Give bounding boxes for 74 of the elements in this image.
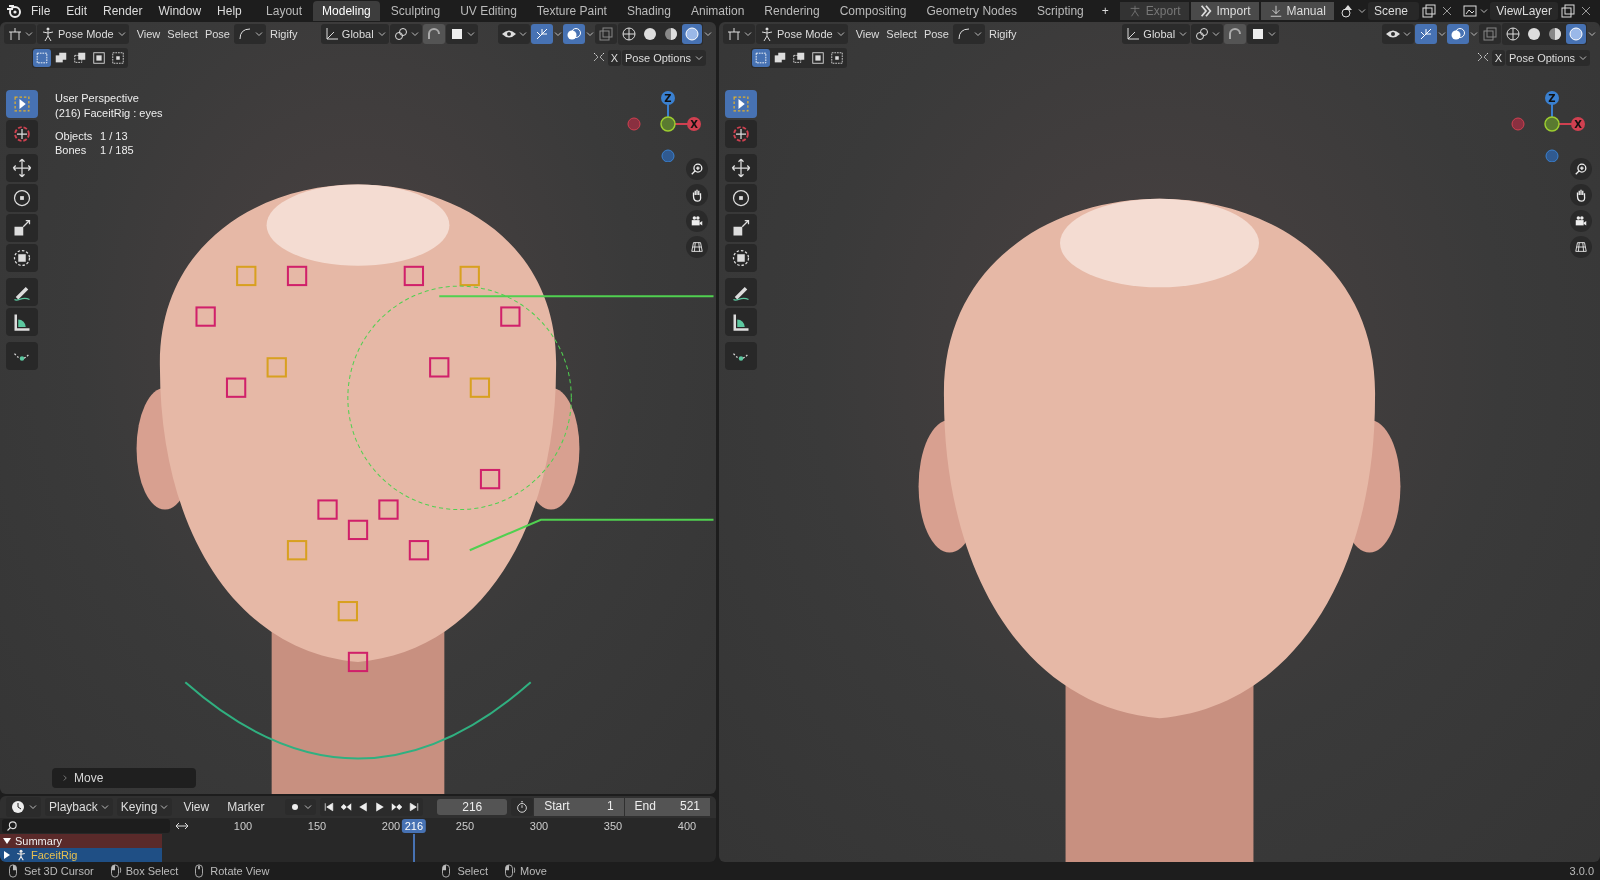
view-name: User Perspective: [55, 92, 140, 104]
shortcut-hint: Move: [520, 865, 547, 877]
menu-item[interactable]: View: [133, 25, 164, 43]
end-frame-field[interactable]: End 521: [624, 798, 710, 816]
menu-item[interactable]: Pose: [920, 25, 952, 43]
menu-item[interactable]: Render: [96, 1, 150, 21]
stat-value: 1 / 185: [100, 144, 135, 156]
workspace-tab[interactable]: UV Editing: [451, 1, 526, 21]
menu-item[interactable]: View: [852, 25, 883, 43]
menu-item[interactable]: Pose: [201, 25, 233, 43]
manual-button[interactable]: Manual: [1260, 2, 1334, 20]
frame-number: 100: [233, 820, 253, 832]
mode-dropdown[interactable]: Pose Mode: [756, 24, 848, 44]
workspace-tab[interactable]: Layout: [257, 1, 312, 21]
operator-name: Move: [74, 771, 104, 785]
menu-dropdown[interactable]: Playback: [45, 798, 113, 816]
frame-number: 200: [381, 820, 401, 832]
menu-item[interactable]: Select: [883, 25, 920, 43]
orientation-dropdown[interactable]: Global: [320, 24, 389, 44]
3d-viewport[interactable]: Pose Mode View Select Pose Rigify Global X Pose Options User Perspective (216) FaceitRig : eyes Objects 1 / 13 Bones 1 / 185 Z X Move: [0, 22, 716, 794]
frame-number: 150: [307, 820, 327, 832]
channel-row[interactable]: FaceitRig: [0, 848, 162, 862]
menu-item[interactable]: Help: [210, 1, 249, 21]
workspace-tab[interactable]: Rendering: [755, 1, 829, 21]
playhead[interactable]: 216: [401, 819, 426, 833]
menu-item[interactable]: Rigify: [266, 25, 301, 43]
frame-number: 300: [529, 820, 549, 832]
mode-dropdown[interactable]: Pose Mode: [37, 24, 129, 44]
workspace-tab[interactable]: Shading: [617, 1, 680, 21]
version-label: 3.0.0: [1569, 865, 1594, 877]
active-object-label: (216) FaceitRig : eyes: [55, 107, 163, 119]
workspace-tab[interactable]: Texture Paint: [527, 1, 616, 21]
workspace-tab[interactable]: Modeling: [313, 1, 380, 21]
shortcut-hint: Rotate View: [210, 865, 270, 877]
pose-options-dropdown[interactable]: Pose Options: [622, 50, 706, 66]
frame-number: 400: [677, 820, 697, 832]
axis-gizmo-drawing[interactable]: Z X: [626, 90, 706, 162]
menu-item[interactable]: Marker: [220, 797, 272, 817]
workspace-tab[interactable]: Compositing: [830, 1, 916, 21]
3d-viewport[interactable]: Pose Mode View Select Pose Rigify Global X Pose Options Z X: [719, 22, 1600, 862]
menu-item[interactable]: Select: [164, 25, 201, 43]
mirror-x-toggle[interactable]: X: [607, 50, 621, 66]
menu-item[interactable]: Edit: [59, 1, 95, 21]
shortcut-hint: Box Select: [125, 865, 179, 877]
pose-options-dropdown[interactable]: Pose Options: [1506, 50, 1590, 66]
stat-value: 1 / 13: [100, 130, 129, 142]
shortcut-hint: Set 3D Cursor: [24, 865, 94, 877]
add-workspace-button[interactable]: +: [1094, 1, 1116, 21]
workspace-tab[interactable]: Scripting: [1028, 1, 1093, 21]
mirror-x-toggle[interactable]: X: [1491, 50, 1505, 66]
orientation-dropdown[interactable]: Global: [1122, 24, 1191, 44]
stat-label: Objects: [55, 130, 94, 142]
axis-gizmo-drawing[interactable]: Z X: [1510, 90, 1590, 162]
current-frame-field[interactable]: 216: [437, 799, 508, 815]
view-layer-selector[interactable]: ViewLayer: [1490, 2, 1558, 20]
import-button[interactable]: Import: [1190, 2, 1259, 20]
channel-name: Summary: [15, 835, 63, 847]
menu-item[interactable]: View: [176, 797, 217, 817]
scene-selector[interactable]: Scene: [1368, 2, 1420, 20]
menu-dropdown[interactable]: Keying: [116, 798, 173, 816]
frame-number: 350: [603, 820, 623, 832]
stat-label: Bones: [55, 144, 88, 156]
frame-number: 250: [455, 820, 475, 832]
menu-item[interactable]: Window: [151, 1, 209, 21]
workspace-tab[interactable]: Animation: [681, 1, 754, 21]
workspace-tab[interactable]: Geometry Nodes: [917, 1, 1027, 21]
shortcut-hint: Select: [457, 865, 488, 877]
operator-panel[interactable]: Move: [52, 768, 196, 788]
start-frame-field[interactable]: Start 1: [534, 798, 624, 816]
menu-item[interactable]: File: [24, 1, 58, 21]
workspace-tab[interactable]: Sculpting: [381, 1, 450, 21]
channel-row[interactable]: Summary: [0, 834, 162, 848]
channel-name: FaceitRig: [31, 849, 78, 861]
menu-item[interactable]: Rigify: [985, 25, 1020, 43]
